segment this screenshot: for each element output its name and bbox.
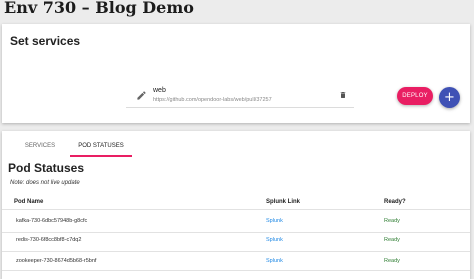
divider (2, 270, 470, 271)
services-title: Set services (10, 34, 81, 48)
column-header-ready: Ready? (384, 199, 406, 205)
divider (2, 209, 470, 210)
add-service-button[interactable]: + (439, 87, 460, 108)
pod-status-card: SERVICES POD STATUSES Pod Statuses Note:… (2, 131, 470, 279)
pod-name: kafka-730-6dbc57948b-g8cfc (16, 218, 88, 224)
tab-services[interactable]: SERVICES (10, 139, 70, 157)
pencil-icon[interactable] (136, 90, 147, 101)
service-name: web (153, 87, 166, 94)
live-update-note: Note: does not live update (10, 180, 80, 186)
pod-name: redis-730-6f8cc8bf8-c7dq2 (16, 237, 82, 243)
ready-status: Ready (384, 237, 400, 243)
ready-status: Ready (384, 218, 400, 224)
page-title: Env 730 – Blog Demo (4, 0, 194, 17)
trash-icon[interactable] (339, 90, 347, 100)
divider (2, 232, 470, 233)
splunk-link[interactable]: Splunk (266, 218, 283, 224)
services-card: Set services web https://github.com/open… (2, 24, 470, 123)
column-header-pod-name: Pod Name (14, 199, 44, 205)
service-row: web https://github.com/opendoor-labs/web… (126, 78, 354, 108)
tab-pod-statuses[interactable]: POD STATUSES (70, 139, 132, 157)
pod-statuses-title: Pod Statuses (8, 161, 85, 175)
service-url: https://github.com/opendoor-labs/web/pul… (153, 97, 272, 103)
deploy-button[interactable]: DEPLOY (397, 87, 433, 105)
splunk-link[interactable]: Splunk (266, 237, 283, 243)
divider (2, 251, 470, 252)
pod-name: zookeeper-730-8674d5b68-r5bnf (16, 258, 97, 264)
column-header-splunk-link: Splunk Link (266, 199, 301, 205)
ready-status: Ready (384, 258, 400, 264)
splunk-link[interactable]: Splunk (266, 258, 283, 264)
